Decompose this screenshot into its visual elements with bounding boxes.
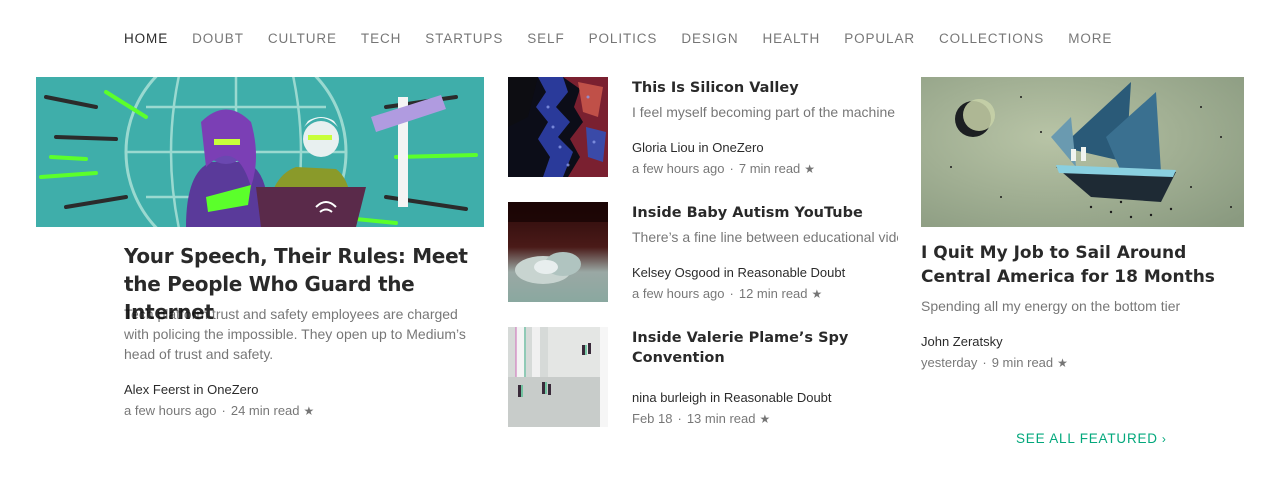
hero-read-time: 24 min read	[230, 403, 300, 418]
right-article-image[interactable]	[921, 77, 1244, 227]
hero-article-subtitle[interactable]: Tech platform trust and safety employees…	[124, 304, 482, 364]
hero-meta: a few hours ago · 24 min read ★	[124, 402, 314, 420]
nav-item-doubt[interactable]: DOUBT	[192, 30, 244, 50]
nav-item-home[interactable]: HOME	[124, 30, 168, 50]
article-thumbnail[interactable]	[508, 327, 608, 427]
star-icon[interactable]: ★	[1057, 356, 1068, 370]
nav-item-health[interactable]: HEALTH	[763, 30, 821, 50]
article-subtitle[interactable]: I feel myself becoming part of the machi…	[632, 102, 898, 122]
article-publication[interactable]: Reasonable Doubt	[724, 390, 832, 405]
hero-publication[interactable]: OneZero	[207, 382, 258, 397]
article-thumbnail[interactable]	[508, 202, 608, 302]
separator-dot: ·	[729, 161, 734, 176]
article-title[interactable]: This Is Silicon Valley	[632, 78, 902, 98]
article-in-word: in	[698, 140, 709, 155]
article-time: a few hours ago	[632, 286, 725, 301]
nav-item-collections[interactable]: COLLECTIONS	[939, 30, 1044, 50]
hero-author[interactable]: Alex Feerst	[124, 382, 190, 397]
right-read-time: 9 min read	[991, 355, 1054, 370]
article-thumbnail[interactable]	[508, 77, 608, 177]
top-nav: HOME DOUBT CULTURE TECH STARTUPS SELF PO…	[124, 30, 1136, 50]
right-meta: yesterday · 9 min read ★	[921, 354, 1068, 372]
article-meta: a few hours ago · 12 min read ★	[632, 285, 822, 303]
article-author-line: Kelsey Osgood in Reasonable Doubt	[632, 264, 845, 282]
right-article-title[interactable]: I Quit My Job to Sail Around Central Ame…	[921, 241, 1221, 289]
article-in-word: in	[723, 265, 734, 280]
hero-in-word: in	[193, 382, 204, 397]
article-author[interactable]: nina burleigh	[632, 390, 706, 405]
article-meta: Feb 18 · 13 min read ★	[632, 410, 770, 428]
baby-autism-image	[508, 202, 608, 302]
see-all-featured-link[interactable]: SEE ALL FEATURED ›	[1016, 430, 1167, 448]
nav-item-startups[interactable]: STARTUPS	[425, 30, 503, 50]
star-icon[interactable]: ★	[804, 162, 815, 176]
article-time: a few hours ago	[632, 161, 725, 176]
spy-convention-image	[508, 327, 608, 427]
nav-item-design[interactable]: DESIGN	[681, 30, 738, 50]
right-author-line: John Zeratsky	[921, 333, 1003, 351]
article-title[interactable]: Inside Valerie Plame’s Spy Convention	[632, 328, 902, 368]
hero-illustration	[36, 77, 484, 227]
article-read-time: 13 min read	[686, 411, 756, 426]
article-subtitle[interactable]: There’s a fine line between educational …	[632, 227, 898, 247]
hero-article-image[interactable]	[36, 77, 484, 227]
nav-item-culture[interactable]: CULTURE	[268, 30, 337, 50]
article-author-line: nina burleigh in Reasonable Doubt	[632, 389, 832, 407]
star-icon[interactable]: ★	[304, 404, 315, 418]
article-publication[interactable]: OneZero	[712, 140, 763, 155]
star-icon[interactable]: ★	[759, 412, 770, 426]
article-author[interactable]: Kelsey Osgood	[632, 265, 720, 280]
star-icon[interactable]: ★	[812, 287, 823, 301]
nav-item-politics[interactable]: POLITICS	[589, 30, 658, 50]
chevron-right-icon: ›	[1161, 432, 1167, 446]
article-author[interactable]: Gloria Liou	[632, 140, 695, 155]
nav-item-tech[interactable]: TECH	[361, 30, 401, 50]
separator-dot: ·	[982, 355, 987, 370]
hero-time: a few hours ago	[124, 403, 217, 418]
article-read-time: 7 min read	[738, 161, 801, 176]
article-title[interactable]: Inside Baby Autism YouTube	[632, 203, 902, 223]
nav-item-popular[interactable]: POPULAR	[844, 30, 915, 50]
hero-author-line: Alex Feerst in OneZero	[124, 381, 258, 399]
article-time: Feb 18	[632, 411, 673, 426]
article-author-line: Gloria Liou in OneZero	[632, 139, 764, 157]
article-meta: a few hours ago · 7 min read ★	[632, 160, 815, 178]
separator-dot: ·	[729, 286, 734, 301]
article-read-time: 12 min read	[738, 286, 808, 301]
separator-dot: ·	[221, 403, 226, 418]
right-article-subtitle[interactable]: Spending all my energy on the bottom tie…	[921, 296, 1187, 316]
sailboat-illustration	[921, 77, 1244, 227]
right-time: yesterday	[921, 355, 978, 370]
separator-dot: ·	[677, 411, 682, 426]
right-author[interactable]: John Zeratsky	[921, 334, 1003, 349]
article-publication[interactable]: Reasonable Doubt	[738, 265, 846, 280]
nav-item-self[interactable]: SELF	[527, 30, 564, 50]
silicon-valley-map-image	[508, 77, 608, 177]
see-all-label: SEE ALL FEATURED	[1016, 431, 1158, 446]
nav-item-more[interactable]: MORE	[1068, 30, 1112, 50]
article-in-word: in	[710, 390, 721, 405]
